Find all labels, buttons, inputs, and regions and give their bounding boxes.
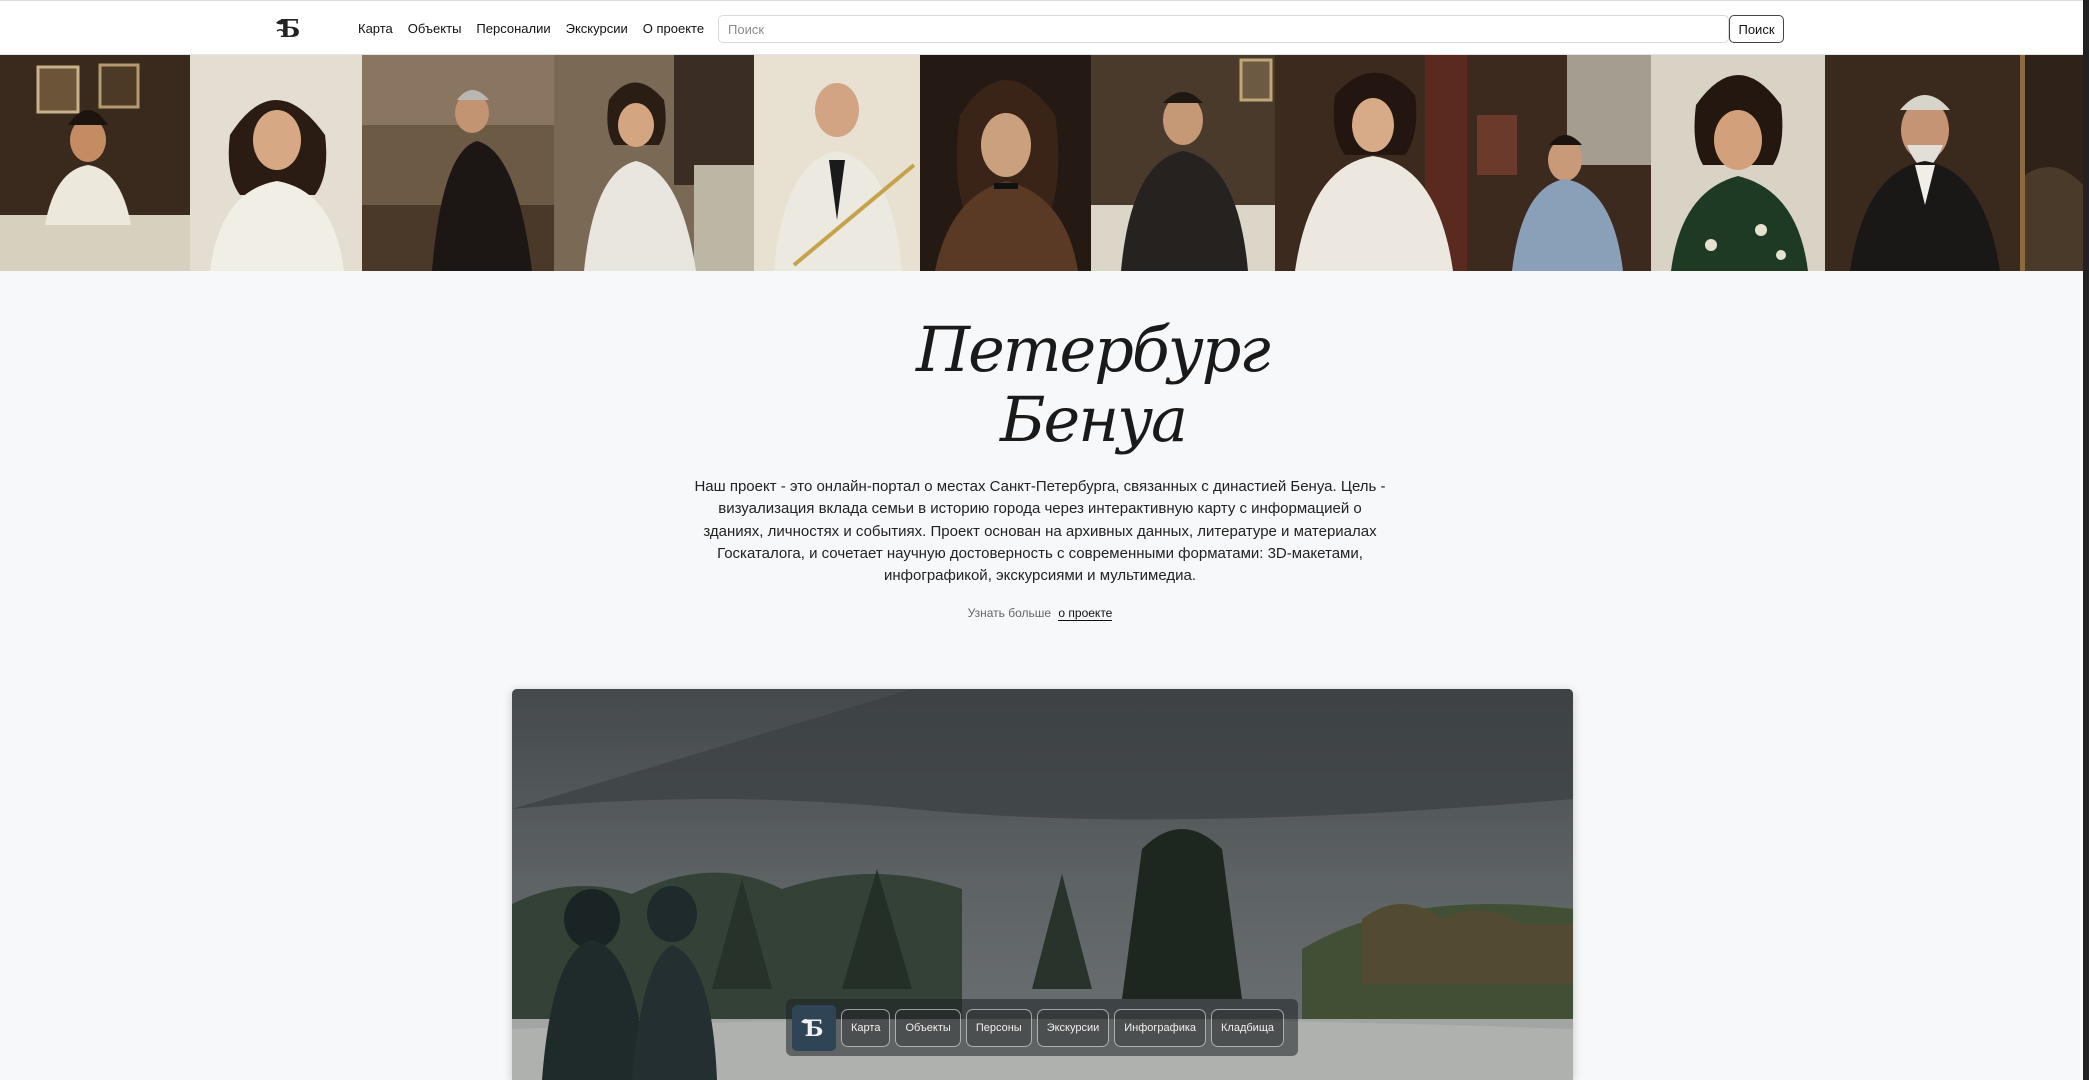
hero-video-card[interactable]: Б Карта Объекты Персоны Экскурсии Инфогр… bbox=[512, 689, 1573, 1080]
dock-button-infographics[interactable]: Инфографика bbox=[1114, 1008, 1207, 1047]
portrait-woman-white-blouse[interactable] bbox=[190, 55, 362, 271]
dock-button-objects[interactable]: Объекты bbox=[895, 1008, 961, 1047]
dock-button-persons[interactable]: Персоны bbox=[965, 1008, 1032, 1047]
portrait-man-writing[interactable] bbox=[362, 55, 554, 271]
site-logo[interactable]: Б bbox=[273, 13, 307, 43]
top-navbar: Б Карта Объекты Персоналии Экскурсии О п… bbox=[0, 0, 2083, 55]
logo-icon: Б bbox=[801, 1016, 823, 1042]
nav-link-map[interactable]: Карта bbox=[358, 21, 393, 36]
learn-more: Узнать больше о проекте bbox=[690, 606, 1390, 621]
portrait-woman-leaning[interactable] bbox=[1275, 55, 1467, 271]
site-title-line1: Петербург bbox=[916, 313, 1271, 386]
project-description: Наш проект - это онлайн-портал о местах … bbox=[694, 478, 1386, 585]
search-input[interactable] bbox=[718, 15, 1729, 43]
portrait-gallery bbox=[0, 55, 2083, 271]
site-title: Петербург Бенуа bbox=[880, 305, 1271, 456]
about-project-link[interactable]: о проекте bbox=[1058, 606, 1113, 621]
quick-nav-dock: Б Карта Объекты Персоны Экскурсии Инфогр… bbox=[786, 999, 1298, 1056]
nav-link-about[interactable]: О проекте bbox=[643, 21, 704, 36]
logo-icon: Б bbox=[276, 14, 301, 43]
portrait-partial[interactable] bbox=[2025, 55, 2083, 271]
site-title-line2: Бенуа bbox=[1000, 383, 1188, 456]
portrait-woman-floral-dress[interactable] bbox=[1651, 55, 1825, 271]
portrait-young-woman-dark[interactable] bbox=[920, 55, 1091, 271]
nav-link-persons[interactable]: Персоналии bbox=[476, 21, 550, 36]
dock-button-cemeteries[interactable]: Кладбища bbox=[1211, 1008, 1284, 1047]
dock-button-map[interactable]: Карта bbox=[841, 1008, 891, 1047]
page-scrollbar[interactable] bbox=[2083, 0, 2089, 1080]
portrait-old-man-beard[interactable] bbox=[1825, 55, 2025, 271]
portrait-bald-man-painter[interactable] bbox=[754, 55, 920, 271]
nav-link-objects[interactable]: Объекты bbox=[408, 21, 462, 36]
main-nav: Карта Объекты Персоналии Экскурсии О про… bbox=[358, 21, 704, 36]
dock-button-tours[interactable]: Экскурсии bbox=[1036, 1008, 1110, 1047]
search-button[interactable]: Поиск bbox=[1729, 15, 1784, 43]
dock-logo-button[interactable]: Б bbox=[792, 1004, 836, 1051]
learn-more-label: Узнать больше bbox=[967, 606, 1052, 620]
portrait-man-suit-office[interactable] bbox=[1091, 55, 1275, 271]
svg-text:Б: Б bbox=[280, 14, 301, 43]
portrait-man-seated-study[interactable] bbox=[1467, 55, 1651, 271]
nav-link-tours[interactable]: Экскурсии bbox=[566, 21, 628, 36]
portrait-artist-at-desk[interactable] bbox=[0, 55, 190, 271]
portrait-woman-seated[interactable] bbox=[554, 55, 754, 271]
